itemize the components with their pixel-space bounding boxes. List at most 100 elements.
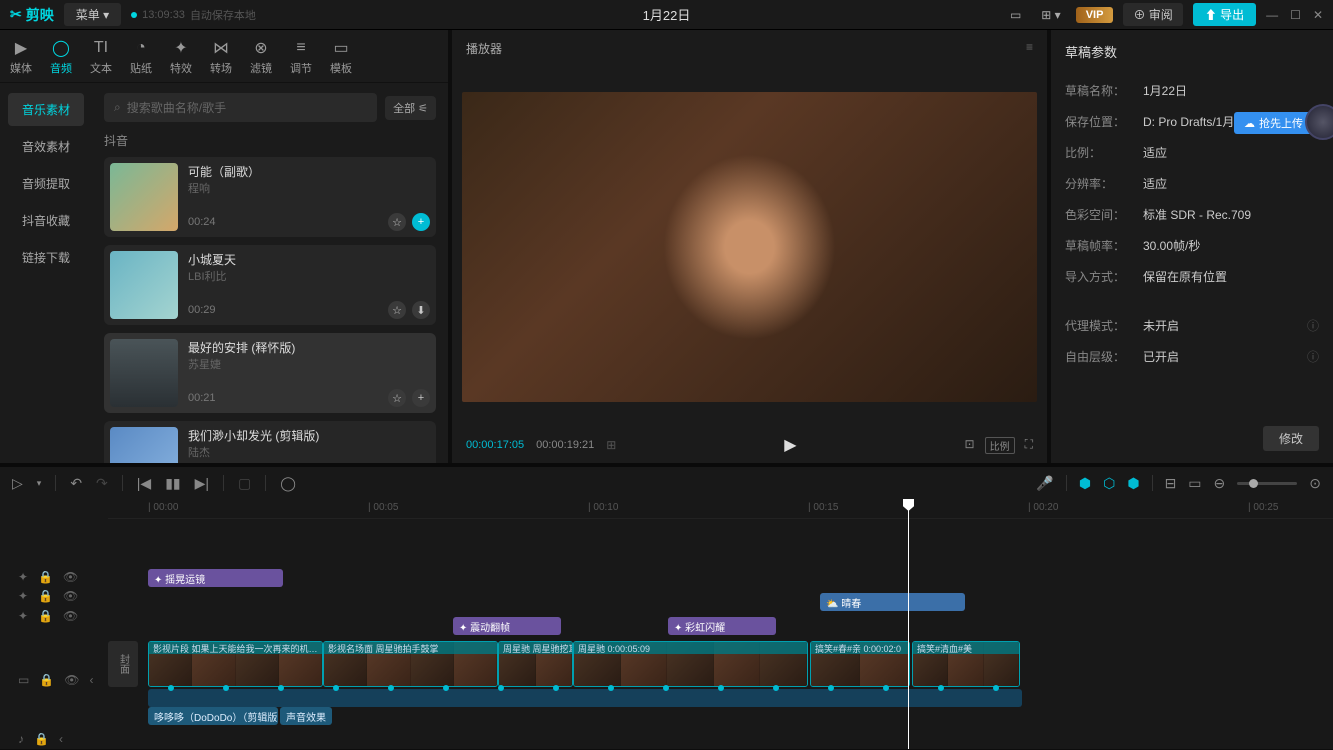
video-clip[interactable]: 周星驰 周星驰挖耳仔 — [498, 641, 573, 687]
tab-滤镜[interactable]: ⊗滤镜 — [250, 38, 272, 82]
tab-特效[interactable]: ✦特效 — [170, 38, 192, 82]
split-tool[interactable]: ▮▮ — [165, 475, 180, 492]
tab-转场[interactable]: ⋈转场 — [210, 38, 232, 82]
effect-clip[interactable]: ✦ 震动翻帧 — [453, 617, 561, 635]
sidebar-item[interactable]: 抖音收藏 — [8, 204, 84, 237]
eye-icon[interactable]: 👁 — [63, 609, 78, 623]
tab-label: 调节 — [290, 60, 312, 76]
zoom-slider[interactable] — [1237, 482, 1297, 485]
favorite-button[interactable]: ☆ — [388, 301, 406, 319]
modify-button[interactable]: 修改 — [1263, 426, 1319, 451]
marker-tool[interactable]: ◯ — [280, 475, 296, 492]
video-clip[interactable]: 搞笑#清血#美 — [912, 641, 1020, 687]
zoom-out-button[interactable]: ⊖ — [1214, 475, 1226, 492]
panels-icon[interactable]: ⊞ ▾ — [1036, 6, 1065, 24]
chevron-left-icon[interactable]: ‹ — [90, 673, 94, 687]
effect-clip[interactable]: ✦ 彩虹闪耀 — [668, 617, 776, 635]
music-thumbnail — [110, 163, 178, 231]
music-item[interactable]: 我们渺小却发光 (剪辑版) 陆杰 ☆ + — [104, 421, 436, 463]
favorite-button[interactable]: ☆ — [388, 389, 406, 407]
layout-icon[interactable]: ▭ — [1005, 6, 1026, 24]
magnet-right-icon[interactable]: ⬢ — [1127, 475, 1139, 492]
video-clip[interactable]: 周星驰 0:00:05:09 — [573, 641, 808, 687]
video-preview[interactable] — [462, 92, 1037, 402]
zoom-fit-button[interactable]: ⊙ — [1309, 475, 1321, 492]
music-item[interactable]: 可能（副歌） 程响 00:24 ☆ + — [104, 157, 436, 237]
add-button[interactable]: + — [412, 213, 430, 231]
focus-icon[interactable]: ⊡ — [965, 437, 975, 454]
audio-clip[interactable]: 声音效果 — [280, 707, 332, 725]
add-button[interactable]: ⬇ — [412, 301, 430, 319]
sidebar-item[interactable]: 音效素材 — [8, 130, 84, 163]
upload-badge[interactable]: ☁ 抢先上传 — [1234, 112, 1313, 134]
eye-icon[interactable]: 👁 — [63, 570, 78, 584]
magnet-left-icon[interactable]: ⬢ — [1079, 475, 1091, 492]
menu-button[interactable]: 菜单 ▾ — [64, 3, 121, 26]
tab-文本[interactable]: TI文本 — [90, 38, 112, 82]
chevron-left-icon[interactable]: ‹ — [59, 732, 63, 746]
lock-icon[interactable]: 🔒 — [38, 570, 53, 584]
split-left-tool[interactable]: |◀ — [137, 475, 151, 492]
user-avatar[interactable] — [1305, 104, 1333, 140]
lock-icon[interactable]: 🔒 — [38, 589, 53, 603]
playhead[interactable] — [908, 499, 909, 749]
music-item[interactable]: 小城夏天 LBI利比 00:29 ☆ ⬇ — [104, 245, 436, 325]
eye-icon[interactable]: 👁 — [63, 589, 78, 603]
track-controls-row[interactable]: ▭🔒👁‹ — [0, 670, 108, 690]
filter-clip[interactable]: ⛅ 晴春 — [820, 593, 965, 611]
effect-clip[interactable]: ✦ 摇晃运镜 — [148, 569, 283, 587]
video-clip[interactable]: 影视片段 如果上天能给我一次再来的机… — [148, 641, 323, 687]
tab-贴纸[interactable]: ◔贴纸 — [130, 38, 152, 82]
fullscreen-icon[interactable]: ⛶ — [1025, 437, 1033, 454]
music-item[interactable]: 最好的安排 (释怀版) 苏星婕 00:21 ☆ + — [104, 333, 436, 413]
lock-icon[interactable]: 🔒 — [34, 732, 49, 746]
ratio-button[interactable]: 比例 — [985, 437, 1015, 454]
crop-tool[interactable]: ▢ — [238, 475, 251, 492]
track-controls-row[interactable]: ✦🔒👁 — [0, 567, 108, 587]
sidebar-item[interactable]: 音频提取 — [8, 167, 84, 200]
eye-icon[interactable]: 👁 — [64, 673, 79, 687]
sidebar-item[interactable]: 音乐素材 — [8, 93, 84, 126]
close-button[interactable]: ✕ — [1313, 8, 1323, 22]
prop-value: 适应 — [1143, 144, 1319, 161]
info-icon[interactable]: ⓘ — [1307, 348, 1319, 365]
redo-button[interactable]: ↷ — [96, 475, 108, 492]
track-controls-row[interactable]: ♪🔒‹ — [0, 729, 108, 749]
tool-dropdown[interactable]: ▾ — [37, 478, 42, 489]
info-icon[interactable]: ⓘ — [1307, 317, 1319, 334]
split-right-tool[interactable]: ▶| — [195, 475, 209, 492]
minimize-button[interactable]: — — [1266, 8, 1278, 22]
magnet-icon[interactable]: ⬡ — [1103, 475, 1115, 492]
tab-音频[interactable]: ◯音频 — [50, 38, 72, 82]
tab-icon: TI — [94, 38, 108, 58]
filter-button[interactable]: 全部 ⚟ — [385, 96, 436, 120]
track-controls-row[interactable]: ✦🔒👁 — [0, 606, 108, 626]
preview-icon[interactable]: ▭ — [1188, 475, 1201, 492]
review-button[interactable]: ⊕ 审阅 — [1123, 3, 1182, 26]
vip-badge[interactable]: VIP — [1076, 7, 1114, 23]
search-input[interactable]: ⌕ 搜索歌曲名称/歌手 — [104, 93, 377, 122]
lock-icon[interactable]: 🔒 — [39, 673, 54, 687]
undo-button[interactable]: ↶ — [70, 475, 82, 492]
tab-媒体[interactable]: ▶媒体 — [10, 38, 32, 82]
video-clip[interactable]: 影视名场面 周星驰拍手鼓掌 — [323, 641, 498, 687]
video-clip[interactable]: 搞笑#春#亲 0:00:02:0 — [810, 641, 910, 687]
tab-调节[interactable]: ≡调节 — [290, 38, 312, 82]
audio-waveform[interactable] — [148, 689, 1022, 707]
cover-button[interactable]: 封面 — [108, 641, 138, 687]
export-button[interactable]: ⬆ 导出 — [1193, 3, 1256, 26]
align-icon[interactable]: ⊟ — [1165, 475, 1177, 492]
grid-icon[interactable]: ⊞ — [606, 438, 616, 452]
track-controls-row[interactable]: ✦🔒👁 — [0, 587, 108, 607]
player-menu-icon[interactable]: ≡ — [1026, 40, 1033, 57]
maximize-button[interactable]: ☐ — [1290, 8, 1301, 22]
lock-icon[interactable]: 🔒 — [38, 609, 53, 623]
tab-模板[interactable]: ▭模板 — [330, 38, 352, 82]
sidebar-item[interactable]: 链接下载 — [8, 241, 84, 274]
pointer-tool[interactable]: ▷ — [12, 475, 23, 492]
mic-icon[interactable]: 🎤 — [1036, 475, 1053, 492]
favorite-button[interactable]: ☆ — [388, 213, 406, 231]
add-button[interactable]: + — [412, 389, 430, 407]
audio-clip[interactable]: 哆哆哆（DoDoDo）（剪辑版） — [148, 707, 278, 725]
play-button[interactable]: ▶ — [784, 435, 796, 455]
